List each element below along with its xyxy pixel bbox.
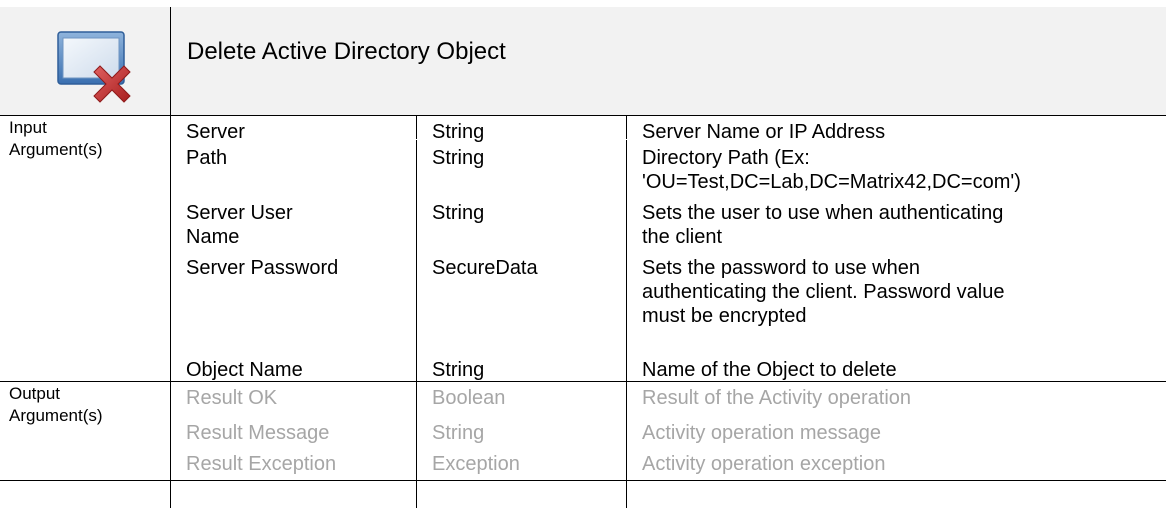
divider <box>0 115 1166 116</box>
divider <box>170 7 171 508</box>
arg-description: Server Name or IP Address <box>642 121 886 143</box>
arg-description: Activity operation exception <box>642 453 886 475</box>
arg-name: Server <box>186 121 245 143</box>
arg-name: Object Name <box>186 359 303 381</box>
arg-description: Directory Path (Ex: <box>642 147 810 169</box>
arg-name: Path <box>186 147 228 169</box>
arg-type: Boolean <box>432 387 506 409</box>
activity-doc-table: Delete Active Directory Object Input Arg… <box>0 0 1166 508</box>
page-title: Delete Active Directory Object <box>187 38 506 65</box>
window-delete-icon <box>52 24 142 108</box>
input-section-label: Input <box>9 118 47 137</box>
divider <box>0 381 1166 382</box>
input-section-label: Argument(s) <box>9 140 103 159</box>
divider <box>0 480 1166 481</box>
arg-name: Name <box>186 226 240 248</box>
divider <box>416 115 417 508</box>
arg-description: Result of the Activity operation <box>642 387 912 409</box>
arg-description: Sets the password to use when <box>642 257 920 279</box>
arg-type: String <box>432 422 485 444</box>
arg-type: String <box>432 121 485 143</box>
arg-type: String <box>432 147 485 169</box>
arg-name: Result OK <box>186 387 278 409</box>
arg-type: Exception <box>432 453 520 475</box>
output-section-label: Argument(s) <box>9 406 103 425</box>
arg-name: Result Message <box>186 422 330 444</box>
arg-description: must be encrypted <box>642 305 807 327</box>
arg-name: Server User <box>186 202 293 224</box>
output-section-label: Output <box>9 384 61 403</box>
arg-type: String <box>432 359 485 381</box>
arg-description: Name of the Object to delete <box>642 359 897 381</box>
arg-description: the client <box>642 226 723 248</box>
arg-name: Server Password <box>186 257 339 279</box>
arg-name: Result Exception <box>186 453 337 475</box>
arg-type: SecureData <box>432 257 538 279</box>
arg-description: 'OU=Test,DC=Lab,DC=Matrix42,DC=com') <box>642 171 1021 193</box>
divider <box>626 115 627 508</box>
arg-description: authenticating the client. Password valu… <box>642 281 1005 303</box>
arg-description: Sets the user to use when authenticating <box>642 202 1004 224</box>
arg-type: String <box>432 202 485 224</box>
arg-description: Activity operation message <box>642 422 882 444</box>
